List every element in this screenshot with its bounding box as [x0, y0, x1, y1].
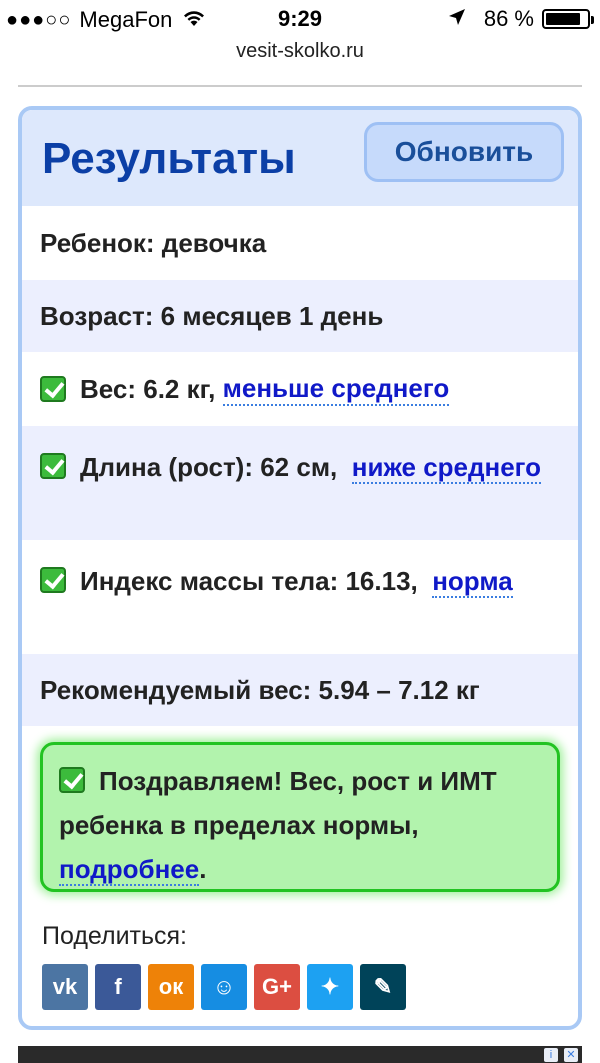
odnoklassniki-icon: ок — [158, 974, 184, 999]
googleplus-icon: G+ — [262, 974, 292, 999]
facebook-share-button[interactable]: f — [95, 964, 141, 1010]
livejournal-icon: ✎ — [373, 974, 393, 999]
ad-controls: i ✕ — [544, 1048, 578, 1062]
twitter-share-button[interactable]: ✦ — [307, 964, 353, 1010]
check-icon — [40, 376, 66, 402]
vk-share-button[interactable]: vk — [42, 964, 88, 1010]
weight-row: Вес: 6.2 кг, меньше среднего — [22, 352, 578, 426]
twitter-icon: ✦ — [320, 974, 340, 999]
battery-level — [546, 13, 580, 25]
more-details-link[interactable]: подробнее — [59, 854, 200, 886]
battery-percent: 86 % — [483, 6, 534, 31]
location-arrow-icon — [448, 6, 466, 32]
share-buttons: vk f ок ☺ G+ ✦ ✎ — [42, 964, 413, 1010]
close-icon[interactable]: ✕ — [564, 1048, 578, 1062]
congrats-box: Поздравляем! Вес, рост и ИМТ ребенка в п… — [40, 742, 560, 892]
length-assessment-link[interactable]: ниже среднего — [351, 452, 542, 484]
check-icon — [40, 453, 66, 479]
check-icon — [59, 767, 85, 793]
length-label: Длина (рост): 62 см, — [80, 452, 338, 482]
congrats-text: Поздравляем! Вес, рост и ИМТ ребенка в п… — [59, 766, 497, 840]
recommended-weight-label: Рекомендуемый вес: 5.94 – 7.12 кг — [40, 674, 480, 705]
vk-icon: vk — [52, 974, 78, 999]
results-card: Результаты Обновить Ребенок: девочка Воз… — [18, 106, 582, 1030]
status-right: 86 % — [448, 6, 594, 32]
weight-assessment-link[interactable]: меньше среднего — [222, 373, 450, 406]
odnoklassniki-share-button[interactable]: ок — [148, 964, 194, 1010]
googleplus-share-button[interactable]: G+ — [254, 964, 300, 1010]
age-row: Возраст: 6 месяцев 1 день — [22, 280, 578, 352]
facebook-icon: f — [114, 974, 122, 999]
check-icon — [40, 567, 66, 593]
recommended-row: Рекомендуемый вес: 5.94 – 7.12 кг — [22, 654, 578, 726]
age-label: Возраст: 6 месяцев 1 день — [40, 300, 384, 331]
results-header: Результаты Обновить — [22, 110, 578, 206]
url-bar[interactable]: vesit-skolko.ru — [0, 40, 600, 63]
bmi-row: Индекс массы тела: 16.13, норма — [22, 540, 578, 654]
bmi-label: Индекс массы тела: 16.13, — [80, 566, 418, 596]
child-label: Ребенок: девочка — [40, 227, 267, 258]
battery-icon — [542, 9, 594, 29]
refresh-button[interactable]: Обновить — [364, 122, 564, 182]
bmi-assessment-link[interactable]: норма — [432, 566, 513, 598]
ad-banner[interactable]: i ✕ — [18, 1046, 582, 1063]
length-row: Длина (рост): 62 см, ниже среднего — [22, 426, 578, 540]
moimir-icon: ☺ — [212, 974, 236, 999]
battery-cap — [591, 16, 594, 24]
child-row: Ребенок: девочка — [22, 206, 578, 280]
info-icon[interactable]: i — [544, 1048, 558, 1062]
status-bar: ●●●○○ MegaFon 9:29 86 % — [0, 0, 600, 40]
livejournal-share-button[interactable]: ✎ — [360, 964, 406, 1010]
congrats-suffix: . — [199, 854, 207, 884]
weight-label: Вес: 6.2 кг, — [80, 373, 216, 404]
moimir-share-button[interactable]: ☺ — [201, 964, 247, 1010]
share-label: Поделиться: — [42, 922, 187, 950]
page-title: Результаты — [42, 134, 296, 183]
url-divider — [18, 85, 582, 87]
